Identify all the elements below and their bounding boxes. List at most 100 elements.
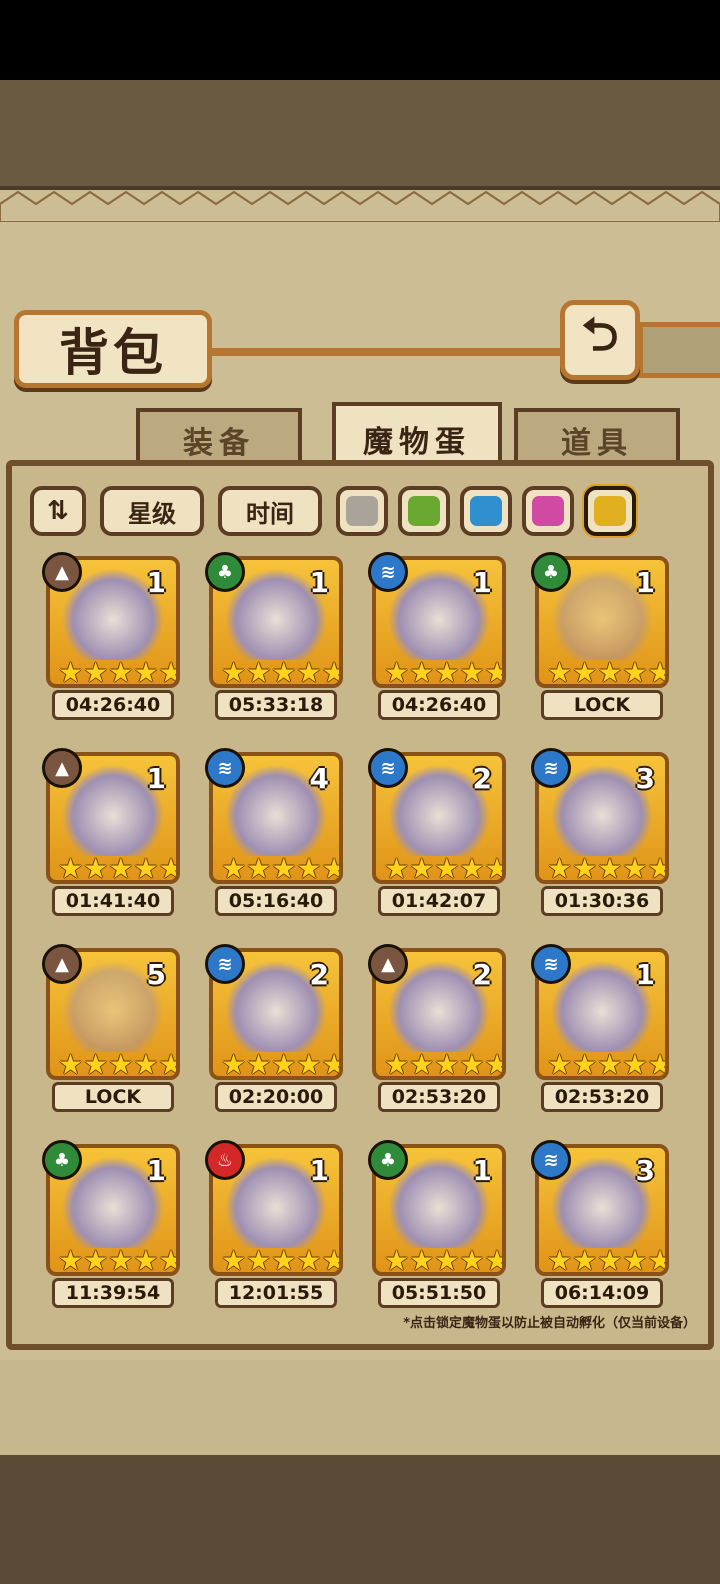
star-icon: ★ (158, 658, 176, 685)
title-rail (210, 348, 560, 356)
egg-count: 3 (635, 1154, 655, 1187)
egg-slot[interactable]: 3★★★★★≋01:30:36 (531, 748, 669, 918)
lock-label[interactable]: LOCK (52, 1082, 174, 1112)
egg-slot[interactable]: 1★★★★★♨12:01:55 (205, 1140, 343, 1310)
egg-count: 1 (146, 762, 166, 795)
status-bar (0, 0, 720, 80)
star-rating: ★★★★★ (547, 1246, 665, 1273)
rarity-color-chip (408, 496, 440, 526)
hatch-timer: 01:41:40 (52, 886, 174, 916)
star-icon: ★ (409, 1244, 435, 1276)
egg-slot[interactable]: 1★★★★★♣11:39:54 (42, 1140, 180, 1310)
panel-bottom-band (0, 1360, 720, 1455)
star-icon: ★ (384, 1048, 410, 1080)
star-icon: ★ (384, 1244, 410, 1276)
tab-equipment-label: 装备 (183, 426, 255, 461)
earth-element-icon: ▲ (368, 944, 408, 984)
rarity-filter-swatch[interactable] (584, 486, 636, 536)
lock-hint-note: *点击锁定魔物蛋以防止被自动孵化（仅当前设备） (403, 1316, 696, 1331)
hatch-timer: 01:30:36 (541, 886, 663, 916)
star-icon: ★ (58, 1244, 84, 1276)
star-icon: ★ (459, 1244, 485, 1276)
water-element-icon: ≋ (368, 552, 408, 592)
star-icon: ★ (597, 1048, 623, 1080)
star-icon: ★ (321, 658, 339, 685)
sort-by-time-button[interactable]: 时间 (218, 486, 322, 536)
star-icon: ★ (597, 852, 623, 884)
star-icon: ★ (83, 656, 109, 688)
star-rating: ★★★★★ (547, 852, 665, 884)
egg-slot[interactable]: 3★★★★★≋06:14:09 (531, 1140, 669, 1310)
star-icon: ★ (321, 1050, 339, 1077)
egg-count: 1 (635, 958, 655, 991)
sort-by-star-button[interactable]: 星级 (100, 486, 204, 536)
grass-element-icon: ♣ (368, 1140, 408, 1180)
egg-count: 2 (472, 762, 492, 795)
star-icon: ★ (271, 1244, 297, 1276)
egg-slot[interactable]: 1★★★★★♣05:51:50 (368, 1140, 506, 1310)
sort-by-time-label: 时间 (246, 499, 294, 528)
star-icon: ★ (246, 852, 272, 884)
star-icon: ★ (271, 1048, 297, 1080)
rarity-filter-swatch[interactable] (460, 486, 512, 536)
sort-toggle-button[interactable]: ⇅ (30, 486, 86, 536)
egg-slot[interactable]: 1★★★★★♣05:33:18 (205, 552, 343, 722)
map-background-top (0, 80, 720, 190)
star-icon: ★ (484, 658, 502, 685)
star-icon: ★ (572, 1048, 598, 1080)
lock-label[interactable]: LOCK (541, 690, 663, 720)
star-icon: ★ (647, 1050, 665, 1077)
star-icon: ★ (622, 852, 648, 884)
egg-slot[interactable]: 1★★★★★♣LOCK (531, 552, 669, 722)
hatch-timer: 05:16:40 (215, 886, 337, 916)
return-arrow-icon: ⮌ (581, 307, 619, 361)
egg-slot[interactable]: 5★★★★★▲LOCK (42, 944, 180, 1114)
star-icon: ★ (246, 656, 272, 688)
star-icon: ★ (434, 656, 460, 688)
tab-items[interactable]: 道具 (514, 408, 680, 468)
hatch-timer: 05:51:50 (378, 1278, 500, 1308)
star-rating: ★★★★★ (58, 852, 176, 884)
egg-slot[interactable]: 2★★★★★≋01:42:07 (368, 748, 506, 918)
star-rating: ★★★★★ (384, 656, 502, 688)
water-element-icon: ≋ (205, 748, 245, 788)
egg-count: 2 (472, 958, 492, 991)
star-rating: ★★★★★ (58, 1244, 176, 1276)
egg-count: 1 (309, 1154, 329, 1187)
tab-items-label: 道具 (561, 426, 633, 461)
star-icon: ★ (547, 656, 573, 688)
star-icon: ★ (108, 852, 134, 884)
hatch-timer: 02:53:20 (541, 1082, 663, 1112)
egg-slot[interactable]: 1★★★★★≋02:53:20 (531, 944, 669, 1114)
hatch-timer: 12:01:55 (215, 1278, 337, 1308)
earth-element-icon: ▲ (42, 748, 82, 788)
star-icon: ★ (296, 852, 322, 884)
sort-by-star-label: 星级 (128, 499, 176, 528)
egg-slot[interactable]: 2★★★★★≋02:20:00 (205, 944, 343, 1114)
sort-toggle-icon: ⇅ (47, 496, 69, 526)
tab-equipment[interactable]: 装备 (136, 408, 302, 468)
star-rating: ★★★★★ (221, 852, 339, 884)
hatch-timer: 04:26:40 (378, 690, 500, 720)
back-button[interactable]: ⮌ (560, 300, 640, 380)
water-element-icon: ≋ (531, 1140, 571, 1180)
rarity-color-chip (346, 496, 378, 526)
rarity-filter-swatch[interactable] (398, 486, 450, 536)
earth-element-icon: ▲ (42, 552, 82, 592)
star-rating: ★★★★★ (221, 1048, 339, 1080)
rarity-filter-swatch[interactable] (336, 486, 388, 536)
tab-monster-eggs-label: 魔物蛋 (363, 425, 471, 460)
rarity-filter-swatch[interactable] (522, 486, 574, 536)
egg-slot[interactable]: 4★★★★★≋05:16:40 (205, 748, 343, 918)
egg-slot[interactable]: 1★★★★★▲04:26:40 (42, 552, 180, 722)
star-icon: ★ (296, 656, 322, 688)
star-icon: ★ (647, 854, 665, 881)
egg-slot[interactable]: 1 ★★★★★ ▲ 01:41:40 (42, 748, 180, 918)
star-icon: ★ (221, 852, 247, 884)
egg-slot[interactable]: 2★★★★★▲02:53:20 (368, 944, 506, 1114)
star-icon: ★ (271, 852, 297, 884)
page-title: 背包 (59, 324, 167, 382)
egg-count: 5 (146, 958, 166, 991)
egg-slot[interactable]: 1★★★★★≋04:26:40 (368, 552, 506, 722)
star-icon: ★ (133, 1048, 159, 1080)
